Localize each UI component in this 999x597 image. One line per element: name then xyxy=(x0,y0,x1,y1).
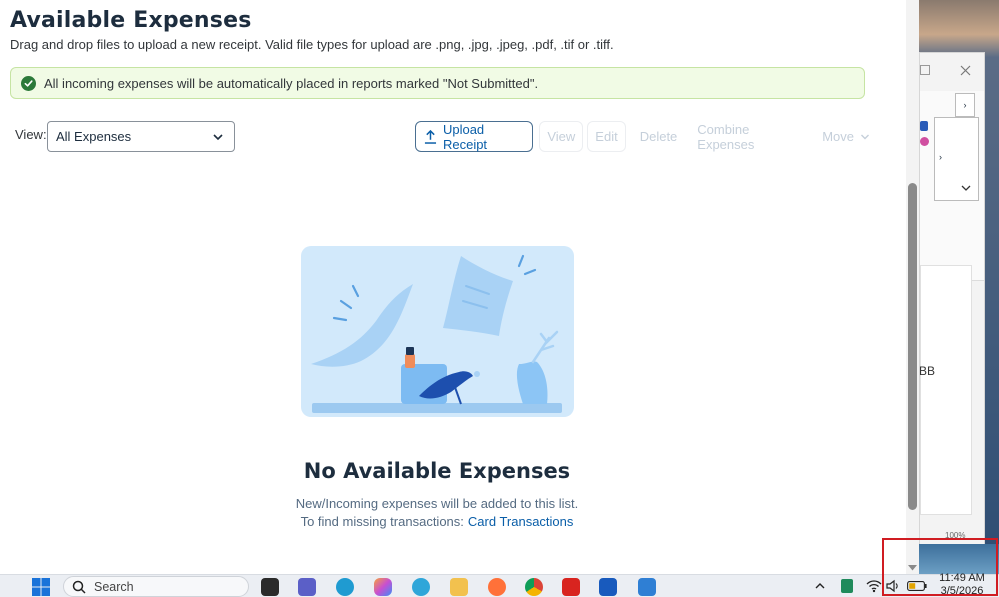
banner-text: All incoming expenses will be automatica… xyxy=(44,75,539,91)
dialog-margin xyxy=(880,0,906,574)
background-ribbon: › › xyxy=(920,91,984,281)
empty-state-illustration xyxy=(301,246,574,417)
windows-start-icon[interactable] xyxy=(31,577,51,597)
empty-state-text: New/Incoming expenses will be added to t… xyxy=(295,496,579,511)
chevron-down-icon xyxy=(213,134,223,141)
page-subtitle: Drag and drop files to upload a new rece… xyxy=(10,37,614,52)
page-title: Available Expenses xyxy=(10,8,252,33)
delete-button[interactable]: Delete xyxy=(630,121,688,152)
ribbon-panel[interactable]: › xyxy=(934,117,979,201)
background-text: BB xyxy=(919,364,936,378)
available-expenses-dialog: Available Expenses Drag and drop files t… xyxy=(0,0,880,574)
view-button[interactable]: View xyxy=(539,121,584,152)
toolbar: Upload Receipt View Edit Delete Combine … xyxy=(415,121,880,152)
search-icon xyxy=(72,580,86,594)
empty-state-hint-text: To find missing transactions: xyxy=(300,514,464,529)
check-circle-icon xyxy=(21,75,36,91)
photos-icon[interactable] xyxy=(638,578,656,596)
ribbon-expand-button[interactable]: › xyxy=(955,93,975,117)
pen-icon xyxy=(920,121,928,131)
file-explorer-icon[interactable] xyxy=(450,578,468,596)
empty-state-title: No Available Expenses xyxy=(303,459,571,483)
minimize-icon[interactable] xyxy=(920,65,930,75)
combine-expenses-button[interactable]: Combine Expenses xyxy=(687,121,812,152)
copilot-icon xyxy=(920,137,929,146)
upload-receipt-button[interactable]: Upload Receipt xyxy=(415,121,534,152)
tray-app-icon[interactable] xyxy=(841,579,853,593)
close-icon[interactable] xyxy=(960,65,971,76)
view-select-value: All Expenses xyxy=(56,129,132,144)
chevron-down-icon xyxy=(961,185,971,191)
browser-icon[interactable] xyxy=(412,578,430,596)
background-window: › › BB 100% xyxy=(919,0,999,574)
chevron-up-icon[interactable] xyxy=(814,581,826,591)
card-transactions-link[interactable]: Card Transactions xyxy=(468,514,574,529)
view-select[interactable]: All Expenses xyxy=(47,121,235,152)
highlight-annotation-box xyxy=(882,538,998,596)
view-label: View: xyxy=(15,127,47,142)
edit-button[interactable]: Edit xyxy=(587,121,626,152)
move-label: Move xyxy=(822,129,854,144)
upload-icon xyxy=(424,129,437,144)
acrobat-icon[interactable] xyxy=(562,578,580,596)
wifi-icon[interactable] xyxy=(866,579,882,593)
search-placeholder: Search xyxy=(94,579,134,594)
scrollbar-thumb[interactable] xyxy=(908,183,917,510)
word-icon[interactable] xyxy=(599,578,617,596)
background-document-page xyxy=(920,265,972,515)
teams-icon[interactable] xyxy=(298,578,316,596)
info-banner: All incoming expenses will be automatica… xyxy=(10,67,865,99)
firefox-icon[interactable] xyxy=(488,578,506,596)
task-view-icon[interactable] xyxy=(261,578,279,596)
chevron-down-icon xyxy=(861,134,869,139)
edge-icon[interactable] xyxy=(336,578,354,596)
move-button[interactable]: Move xyxy=(812,121,880,152)
taskbar-search-box[interactable]: Search xyxy=(63,576,249,597)
ribbon-panel-arrow: › xyxy=(939,152,942,162)
copilot-icon[interactable] xyxy=(374,578,392,596)
empty-state-hint: To find missing transactions: Card Transa… xyxy=(0,514,874,529)
upload-receipt-label: Upload Receipt xyxy=(442,121,488,152)
taskbar: Search 11:49 AM 3/5/2026 xyxy=(0,572,999,597)
chrome-icon[interactable] xyxy=(525,578,543,596)
background-app-window[interactable]: › › xyxy=(919,52,985,552)
